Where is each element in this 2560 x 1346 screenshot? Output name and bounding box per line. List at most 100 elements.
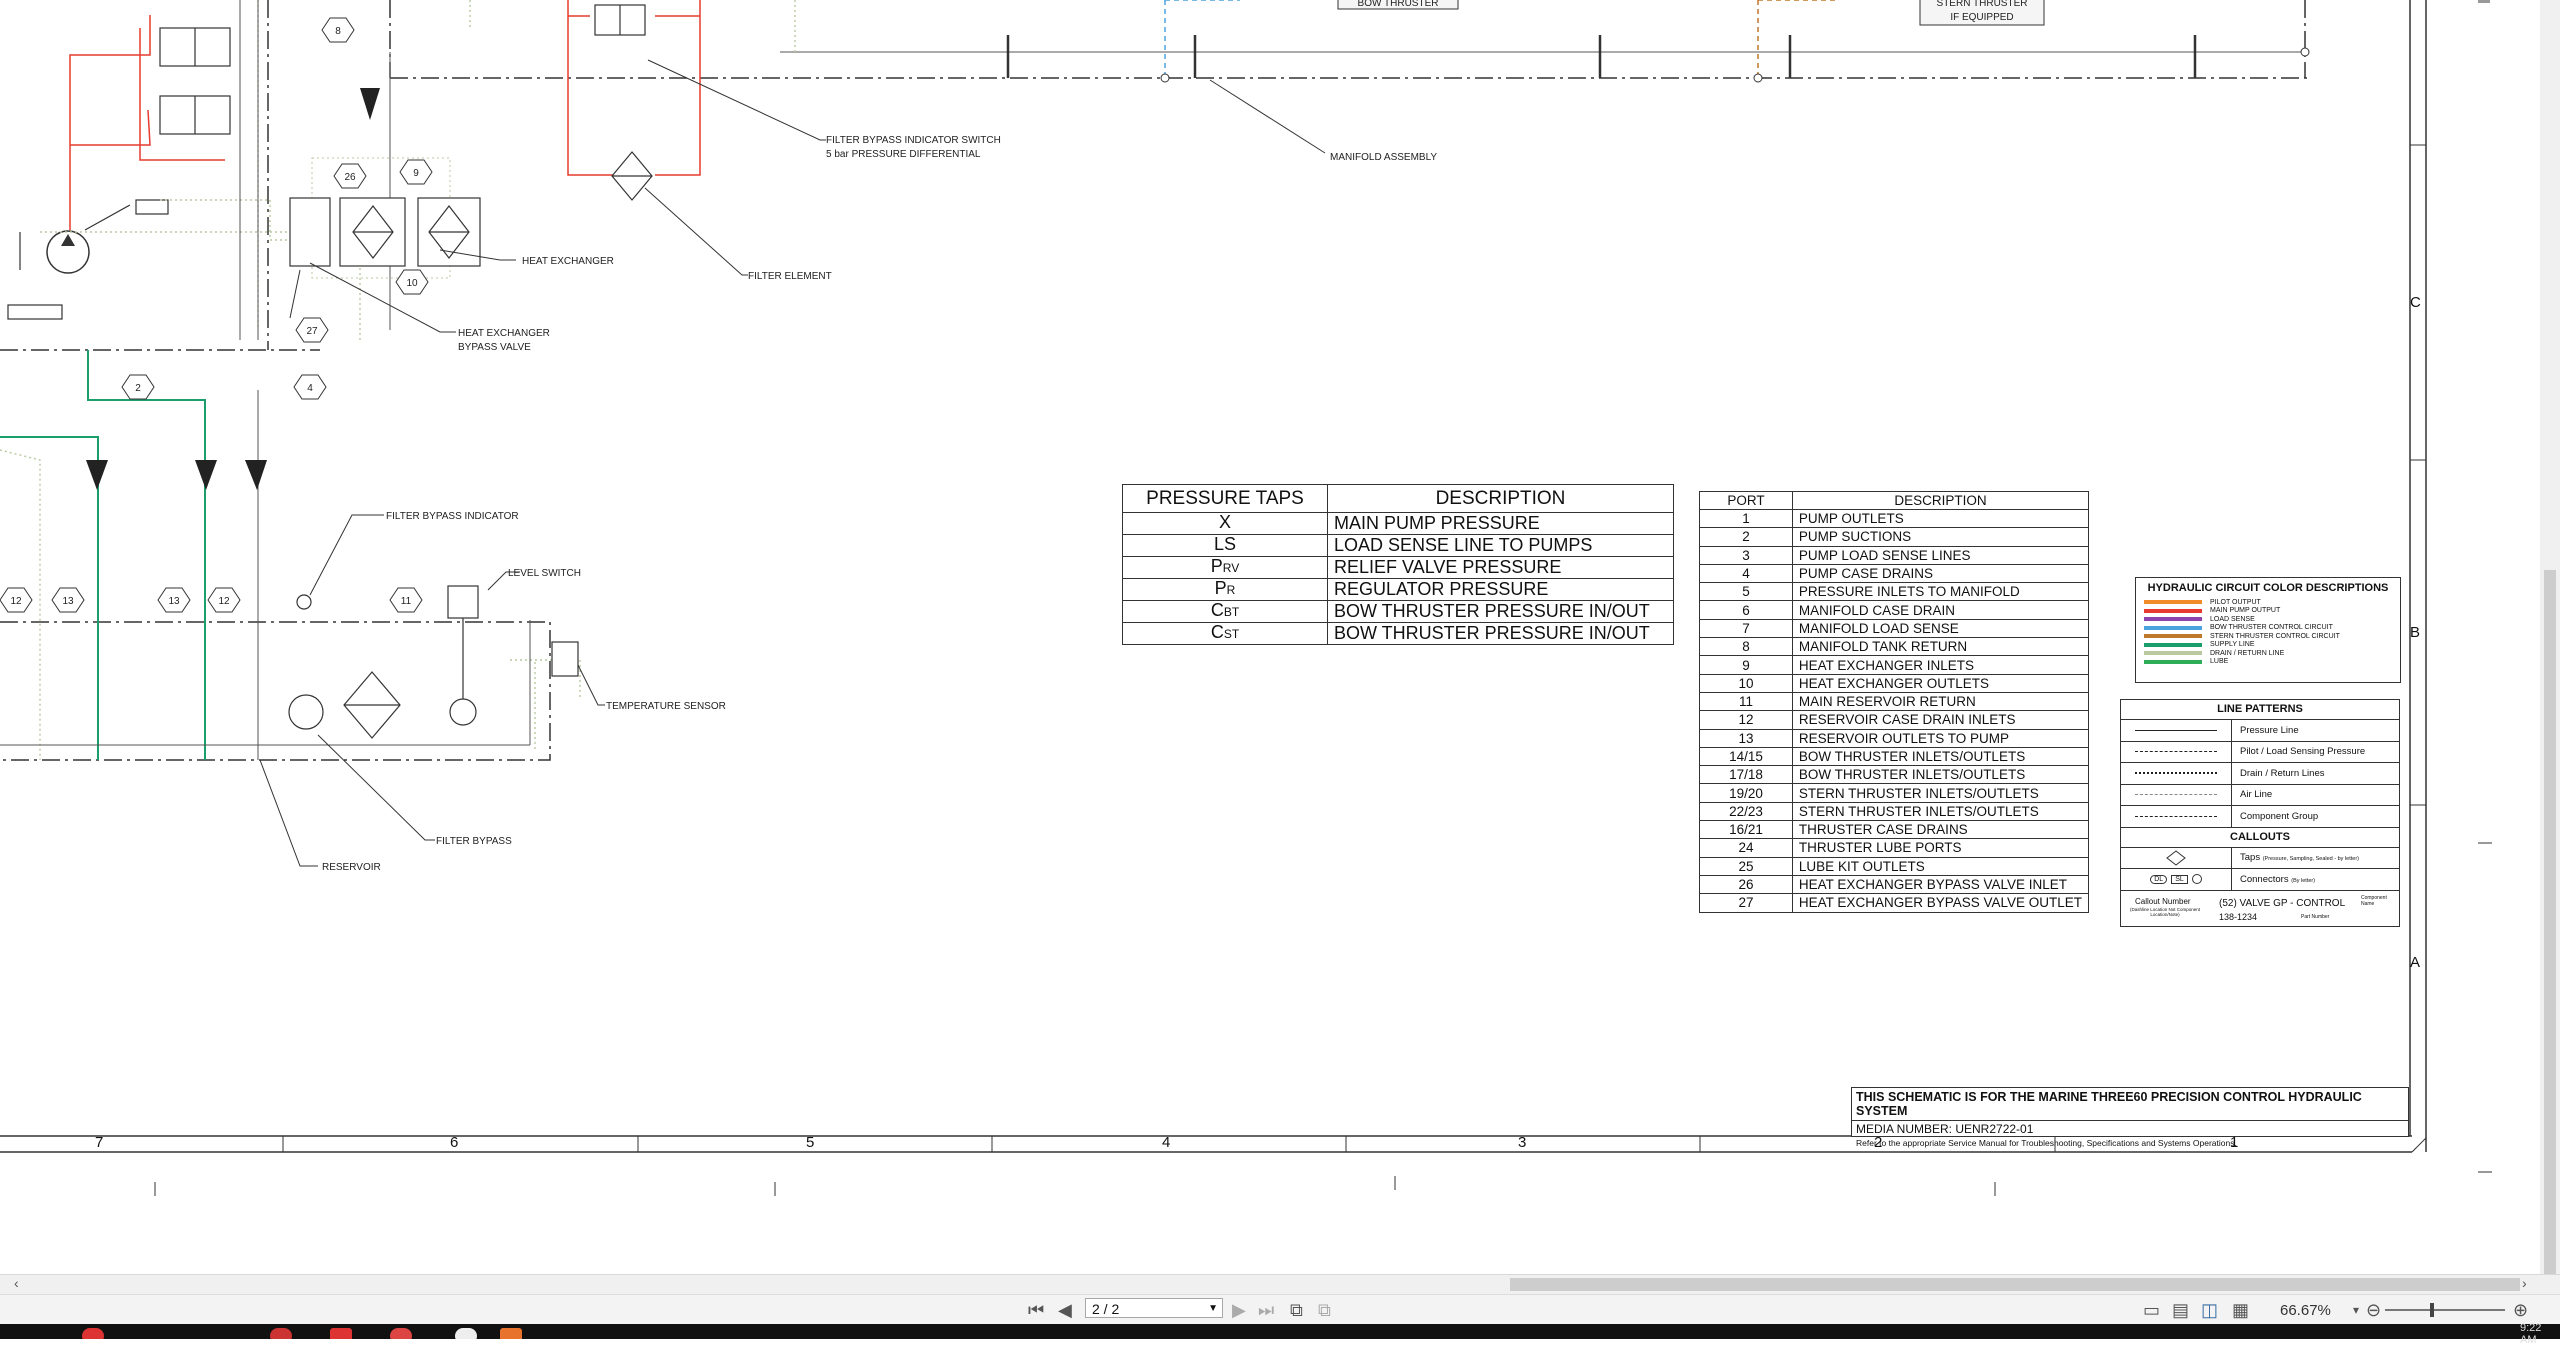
- next-page-icon[interactable]: ▶: [1232, 1300, 1246, 1321]
- next-view-icon[interactable]: ⧉: [1318, 1300, 1331, 1321]
- last-page-icon[interactable]: ⏭: [1258, 1300, 1274, 1321]
- page-number-input[interactable]: 2 / 2 ▼: [1085, 1298, 1223, 1318]
- scroll-left-icon[interactable]: ‹: [14, 1275, 19, 1291]
- zone-number: 2: [1874, 1134, 1883, 1151]
- level-switch-label: LEVEL SWITCH: [508, 568, 581, 579]
- port-number: 22/23: [1699, 801, 1793, 822]
- zoom-slider-knob[interactable]: [2430, 1303, 2434, 1317]
- color-legend-label: STERN THRUSTER CONTROL CIRCUIT: [2210, 632, 2340, 640]
- manifold-assembly-label: MANIFOLD ASSEMBLY: [1330, 152, 1437, 163]
- connectors-note: (By letter): [2291, 877, 2316, 884]
- pressure-tap-row: CST BOW THRUSTER PRESSURE IN/OUT: [1122, 622, 1674, 645]
- line-pattern-label: Air Line: [2240, 789, 2273, 801]
- continuous-view-icon[interactable]: ▤: [2172, 1300, 2189, 1321]
- zoom-level[interactable]: 66.67%: [2280, 1302, 2331, 1319]
- port-number: 4: [1699, 563, 1793, 584]
- pressure-tap-description: MAIN PUMP PRESSURE: [1327, 512, 1674, 535]
- line-pattern-stroke: [2135, 772, 2217, 775]
- pressure-taps-header: PRESSURE TAPS: [1122, 484, 1328, 513]
- zone-number: 3: [1518, 1134, 1527, 1151]
- app-icon[interactable]: [82, 1328, 104, 1339]
- callout-number-label: Callout Number: [2135, 896, 2191, 906]
- tap-symbol: LS: [1213, 534, 1237, 554]
- heat-exchanger-bypass-label-2: BYPASS VALVE: [458, 342, 531, 353]
- tap-symbol: P: [1214, 578, 1227, 598]
- line-pattern-sample: [2121, 784, 2232, 805]
- port-description: HEAT EXCHANGER BYPASS VALVE INLET: [1791, 874, 2090, 895]
- zoom-slider[interactable]: [2385, 1303, 2505, 1317]
- app-icon[interactable]: [330, 1328, 352, 1339]
- port-description: THRUSTER CASE DRAINS: [1791, 820, 2090, 840]
- zoom-dropdown-icon[interactable]: ▾: [2353, 1303, 2359, 1317]
- line-pattern-item: Pilot / Load Sensing Pressure: [2121, 741, 2399, 763]
- port-row: 26 HEAT EXCHANGER BYPASS VALVE INLET: [1699, 874, 2090, 895]
- port-description: RESERVOIR OUTLETS TO PUMP: [1791, 728, 2090, 748]
- line-pattern-label: Pressure Line: [2240, 724, 2299, 736]
- first-page-icon[interactable]: ⏮: [1028, 1300, 1044, 1321]
- zone-number: 1: [2230, 1134, 2239, 1151]
- single-page-view-icon[interactable]: ▭: [2143, 1300, 2160, 1321]
- color-swatch: [2144, 642, 2202, 647]
- port-number: 24: [1699, 838, 1793, 858]
- zoom-in-icon[interactable]: ⊕: [2513, 1300, 2528, 1321]
- horizontal-scroll-thumb[interactable]: [1510, 1278, 2520, 1291]
- callout-10: 10: [406, 278, 418, 289]
- pressure-tap-code: LS: [1122, 534, 1328, 557]
- page-number-value: 2 / 2: [1092, 1301, 1120, 1317]
- zone-number: 7: [95, 1134, 104, 1151]
- filter-bypass-label: FILTER BYPASS: [436, 836, 512, 847]
- pressure-differential-label: 5 bar PRESSURE DIFFERENTIAL: [826, 149, 981, 160]
- two-page-view-icon[interactable]: ◫: [2201, 1300, 2218, 1321]
- tap-symbol: C: [1210, 600, 1224, 620]
- tap-subscript: BT: [1223, 605, 1240, 619]
- port-description: MAIN RESERVOIR RETURN: [1791, 691, 2090, 712]
- port-description: PRESSURE INLETS TO MANIFOLD: [1791, 582, 2090, 602]
- tap-subscript: R: [1226, 583, 1236, 597]
- previous-view-icon[interactable]: ⧉: [1290, 1300, 1303, 1321]
- port-number: 3: [1699, 545, 1793, 565]
- line-pattern-sample: [2121, 806, 2232, 827]
- line-pattern-stroke: [2135, 815, 2217, 817]
- callout-example: Callout Number (Dashline Location Not Co…: [2121, 891, 2399, 933]
- app-icon[interactable]: [390, 1328, 412, 1339]
- tap-hex-icon: [2166, 850, 2186, 866]
- scroll-right-icon[interactable]: ›: [2522, 1275, 2527, 1291]
- vertical-scrollbar[interactable]: [2540, 0, 2560, 1274]
- port-number: 26: [1699, 874, 1793, 895]
- previous-page-icon[interactable]: ◀: [1058, 1300, 1072, 1321]
- zoom-out-icon[interactable]: ⊖: [2366, 1300, 2381, 1321]
- port-row: 27 HEAT EXCHANGER BYPASS VALVE OUTLET: [1699, 893, 2090, 913]
- line-pattern-item: Drain / Return Lines: [2121, 763, 2399, 785]
- taskbar: [0, 1324, 2560, 1339]
- port-row: 17/18 BOW THRUSTER INLETS/OUTLETS: [1699, 765, 2090, 785]
- zone-number: 6: [450, 1134, 459, 1151]
- callout-4: 4: [307, 383, 313, 394]
- app-icon[interactable]: [270, 1328, 292, 1339]
- tap-subscript: ST: [1223, 627, 1240, 641]
- part-number-label: Part Number: [2301, 913, 2330, 920]
- line-pattern-sample: [2121, 720, 2232, 741]
- vertical-scroll-thumb[interactable]: [2544, 570, 2556, 1274]
- line-pattern-label: Component Group: [2240, 810, 2319, 822]
- port-number: 7: [1699, 618, 1793, 639]
- pressure-taps-table: PRESSURE TAPS DESCRIPTION X MAIN PUMP PRE…: [1122, 484, 1674, 645]
- port-number: 25: [1699, 856, 1793, 876]
- pressure-tap-row: X MAIN PUMP PRESSURE: [1122, 512, 1674, 535]
- callout-27: 27: [306, 326, 318, 337]
- line-patterns-legend: LINE PATTERNS Pressure Line Pilot / Load …: [2120, 699, 2400, 927]
- bow-thruster-label: BOW THRUSTER: [1358, 0, 1439, 9]
- callout-26: 26: [344, 172, 356, 183]
- page-dropdown-icon[interactable]: ▼: [1208, 1299, 1218, 1319]
- pressure-tap-description: REGULATOR PRESSURE: [1327, 578, 1674, 601]
- app-icon[interactable]: [500, 1328, 522, 1339]
- port-row: 12 RESERVOIR CASE DRAIN INLETS: [1699, 710, 2090, 730]
- app-icon[interactable]: [455, 1328, 477, 1339]
- port-description: PUMP SUCTIONS: [1791, 527, 2090, 547]
- horizontal-scrollbar[interactable]: ‹ ›: [0, 1274, 2560, 1295]
- port-row: 9 HEAT EXCHANGER INLETS: [1699, 655, 2090, 675]
- document-viewport[interactable]: BOW THRUSTER STERN THRUSTER IF EQUIPPED …: [0, 0, 2560, 1268]
- port-row: 2 PUMP SUCTIONS: [1699, 527, 2090, 547]
- two-page-continuous-icon[interactable]: ▦: [2232, 1300, 2249, 1321]
- line-pattern-item: Component Group: [2121, 806, 2399, 828]
- heat-exchanger-label: HEAT EXCHANGER: [522, 256, 614, 267]
